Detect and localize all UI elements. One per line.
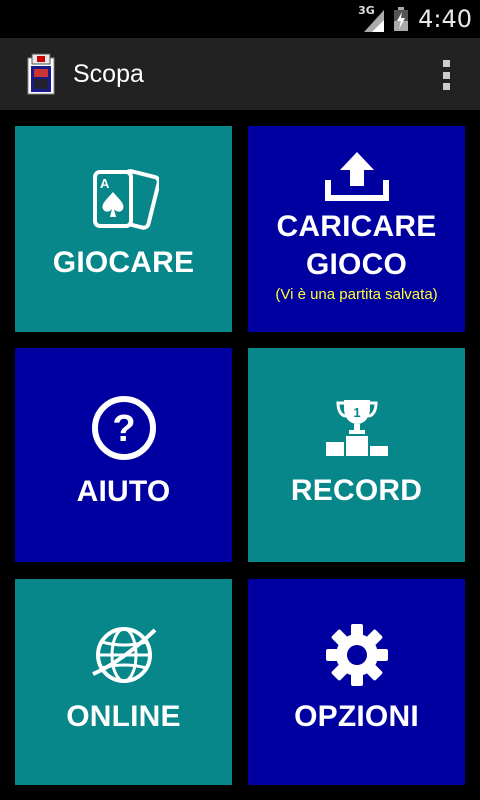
svg-text:1: 1 <box>353 405 360 420</box>
record-label: RECORD <box>290 474 423 507</box>
signal-icon: 3G <box>358 4 385 32</box>
options-tile[interactable]: OPZIONI <box>248 579 465 785</box>
load-game-label-line2: GIOCO <box>305 247 407 281</box>
app-bar: Scopa <box>0 38 480 110</box>
playing-cards-icon: A <box>92 169 159 230</box>
online-label: ONLINE <box>66 700 181 733</box>
online-tile[interactable]: ONLINE <box>15 579 232 785</box>
load-game-tile[interactable]: CARICARE GIOCO (Vi è una partita salvata… <box>248 126 465 332</box>
battery-charging-icon <box>394 7 409 31</box>
help-tile[interactable]: ? AIUTO <box>15 348 232 562</box>
svg-text:A: A <box>100 176 110 191</box>
record-tile[interactable]: 1 RECORD <box>248 348 465 562</box>
globe-icon <box>91 627 156 683</box>
gear-icon <box>325 624 388 686</box>
saved-game-notice: (Vi è una partita salvata) <box>275 285 438 303</box>
load-game-label-line1: CARICARE <box>276 209 437 243</box>
status-bar: 3G 4:40 <box>0 0 480 38</box>
play-tile[interactable]: A GIOCARE <box>15 126 232 332</box>
help-label: AIUTO <box>76 475 171 508</box>
app-logo-icon[interactable] <box>26 52 56 96</box>
help-question-icon: ? <box>91 396 156 460</box>
status-clock: 4:40 <box>418 5 472 33</box>
svg-text:?: ? <box>112 408 135 450</box>
status-icons: 3G 4:40 <box>358 0 472 38</box>
trophy-podium-icon: 1 <box>325 400 388 456</box>
overflow-menu-icon[interactable] <box>440 60 452 90</box>
upload-icon <box>324 151 389 201</box>
play-label: GIOCARE <box>52 246 195 279</box>
app-title: Scopa <box>73 60 144 88</box>
options-label: OPZIONI <box>294 700 419 733</box>
